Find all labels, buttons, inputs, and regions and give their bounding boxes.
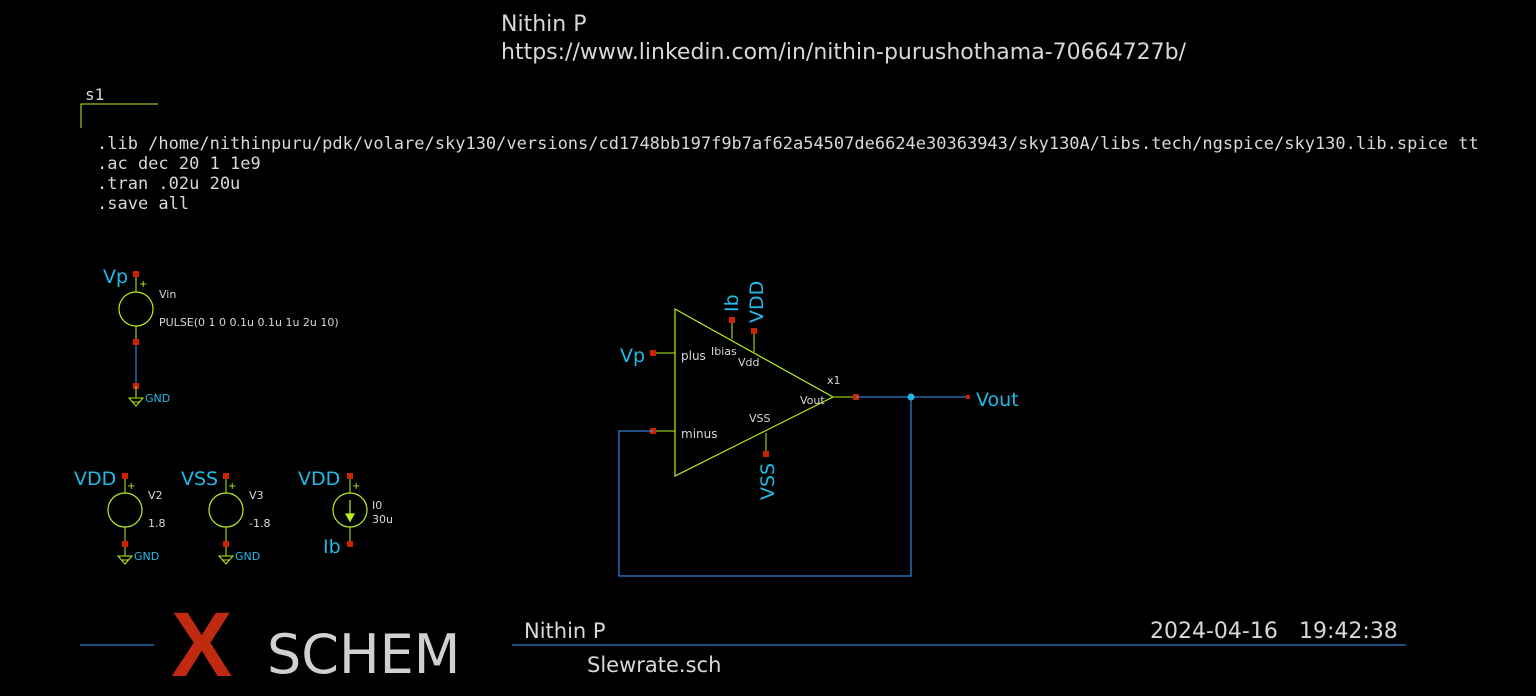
- net-label-vp: Vp: [620, 345, 645, 367]
- net-label-ib: Ib: [721, 294, 743, 312]
- v3-source[interactable]: VSS + V3 -1.8 GND: [181, 468, 270, 565]
- i0-source[interactable]: VDD + I0 30u Ib: [298, 468, 393, 558]
- vin-symbol: [118, 291, 154, 327]
- xschem-logo: X SCHEM: [171, 594, 460, 696]
- header-url: https://www.linkedin.com/in/nithin-purus…: [501, 40, 1187, 65]
- code-line: .ac dec 20 1 1e9: [97, 154, 261, 174]
- pin-marker: [751, 328, 757, 334]
- footer-date: 2024-04-16: [1150, 619, 1278, 644]
- v3-name: V3: [249, 489, 264, 502]
- v3-plus-sign: +: [228, 481, 236, 492]
- pin-label-vout: Vout: [800, 394, 825, 407]
- feedback-wire[interactable]: [618, 396, 968, 577]
- pin-marker: [347, 541, 353, 547]
- net-label-vss: VSS: [757, 463, 779, 500]
- pin-marker: [223, 541, 229, 547]
- schematic-canvas[interactable]: Nithin P https://www.linkedin.com/in/nit…: [0, 0, 1536, 696]
- xschem-logo-text: SCHEM: [267, 623, 460, 686]
- net-label-vss: VSS: [181, 468, 218, 490]
- code-block-name: s1: [85, 85, 104, 104]
- pin-label-ibias: Ibias: [711, 345, 737, 358]
- i0-plus-sign: +: [352, 481, 360, 492]
- vin-value: PULSE(0 1 0 0.1u 0.1u 1u 2u 10): [159, 316, 339, 329]
- ground-icon: [217, 555, 235, 565]
- pin-marker: [133, 339, 139, 345]
- v2-source[interactable]: VDD + V2 1.8 GND: [74, 468, 166, 565]
- junction-dot: [907, 393, 915, 401]
- footer-time: 19:42:38: [1299, 619, 1398, 644]
- arrow-down-icon: [344, 500, 356, 523]
- ground-icon: [127, 386, 145, 407]
- gnd-label: GND: [235, 550, 260, 563]
- code-block[interactable]: s1 .lib /home/nithinpuru/pdk/volare/sky1…: [80, 85, 1479, 214]
- code-line: .tran .02u 20u: [97, 174, 240, 194]
- ground-icon: [116, 555, 134, 565]
- pin-marker: [763, 451, 769, 457]
- v2-plus-sign: +: [127, 481, 135, 492]
- pin-label-vdd: Vdd: [738, 356, 760, 369]
- net-label-ib: Ib: [323, 536, 341, 558]
- v2-name: V2: [148, 489, 163, 502]
- i0-name: I0: [372, 499, 382, 512]
- v3-symbol: [208, 492, 244, 528]
- pin-marker: [966, 395, 970, 399]
- pin-label-vss: VSS: [749, 412, 771, 425]
- opamp-x1[interactable]: x1 plus Vp minus Ibias Ib Vdd VDD VSS VS…: [620, 281, 859, 500]
- vin-plus-sign: +: [139, 279, 147, 290]
- footer-author: Nithin P: [524, 619, 606, 643]
- code-line: .lib /home/nithinpuru/pdk/volare/sky130/…: [97, 134, 1479, 154]
- gnd-label: GND: [134, 550, 159, 563]
- net-label-vp: Vp: [103, 266, 128, 288]
- code-line: .save all: [97, 194, 189, 214]
- pin-label-minus: minus: [681, 427, 718, 441]
- pin-marker: [122, 473, 128, 479]
- pin-label-plus: plus: [681, 349, 706, 363]
- gnd-label: GND: [145, 392, 170, 405]
- net-label-vdd: VDD: [746, 281, 768, 323]
- v2-value: 1.8: [148, 517, 166, 530]
- code-block-bracket: [80, 103, 158, 128]
- header-author: Nithin P: [501, 12, 586, 37]
- pin-marker: [347, 473, 353, 479]
- net-label-vdd: VDD: [298, 468, 340, 490]
- footer-filename: Slewrate.sch: [587, 653, 721, 677]
- pin-marker: [223, 473, 229, 479]
- vin-name: Vin: [159, 288, 176, 301]
- opamp-instance-name: x1: [827, 374, 841, 387]
- net-label-vdd: VDD: [74, 468, 116, 490]
- pin-marker: [729, 317, 735, 323]
- vin-source[interactable]: Vp + Vin PULSE(0 1 0 0.1u 0.1u 1u 2u 10)…: [103, 266, 339, 407]
- pin-marker: [122, 541, 128, 547]
- xschem-logo-x: X: [171, 594, 232, 696]
- v3-value: -1.8: [249, 517, 270, 530]
- pin-marker: [650, 350, 656, 356]
- v2-symbol: [107, 492, 143, 528]
- net-label-vout: Vout: [976, 389, 1019, 411]
- i0-value: 30u: [372, 513, 393, 526]
- pin-marker: [133, 271, 139, 277]
